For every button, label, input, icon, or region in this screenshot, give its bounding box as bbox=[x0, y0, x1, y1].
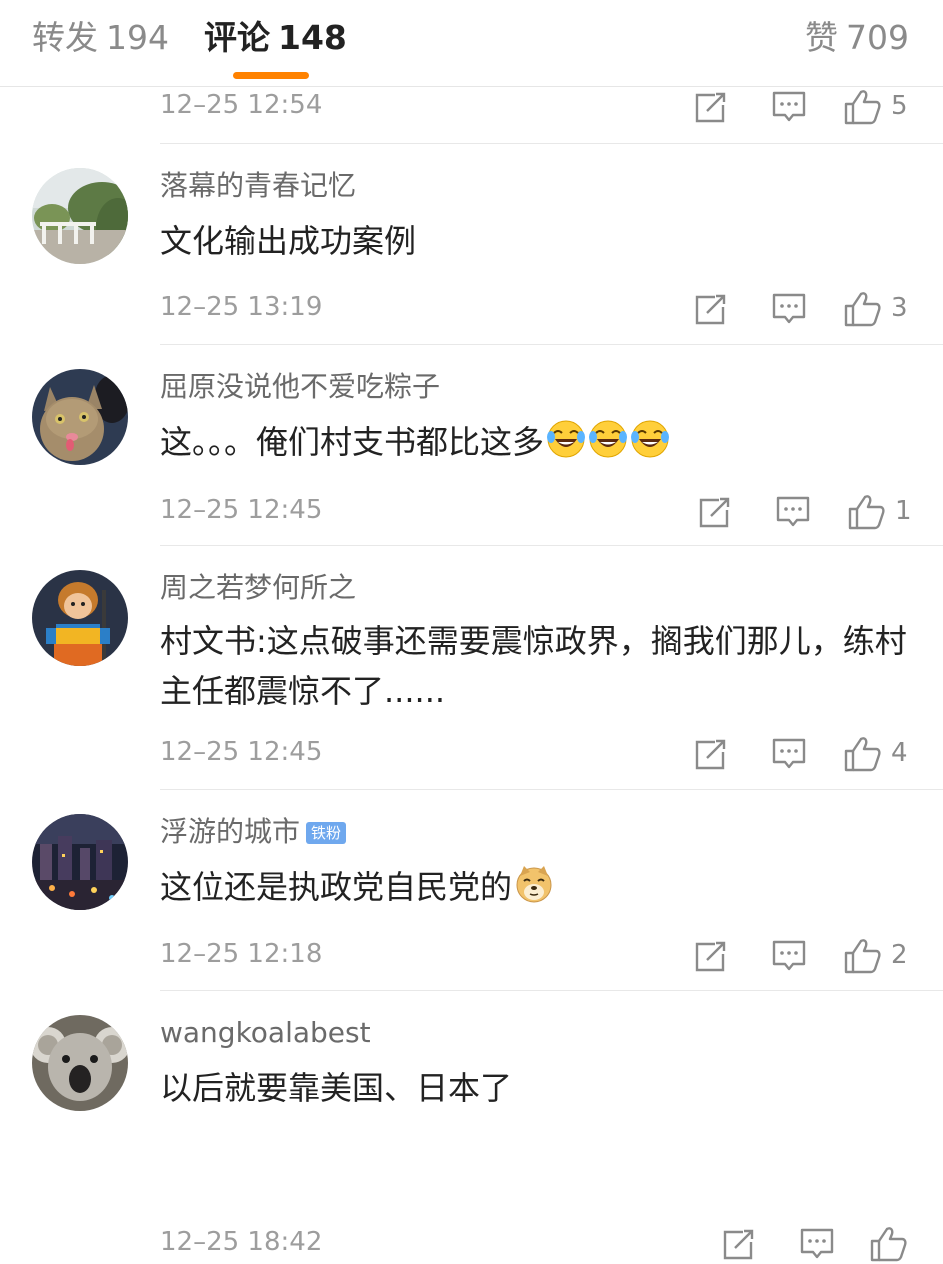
comment-icon bbox=[772, 940, 806, 971]
repost-icon bbox=[695, 941, 726, 972]
repost-button[interactable] bbox=[693, 936, 729, 976]
comment-time: 12–25 12:45 bbox=[160, 737, 323, 767]
comment-text: 文化输出成功案例 bbox=[160, 222, 417, 260]
reply-button[interactable] bbox=[775, 492, 811, 532]
laugh-cry-emoji bbox=[631, 420, 670, 458]
tab-like-count: 709 bbox=[846, 18, 909, 57]
comment-actions: 2 bbox=[693, 936, 909, 976]
laugh-cry-emoji bbox=[547, 420, 586, 458]
tab-repost[interactable]: 转发 194 bbox=[32, 18, 169, 58]
repost-button[interactable] bbox=[693, 289, 729, 329]
thumbs-up-icon bbox=[844, 90, 881, 125]
comment-username: 浮游的城市 铁粉 bbox=[160, 814, 347, 850]
repost-icon bbox=[699, 497, 730, 528]
comment-text-body: 这位还是执政党自民党的 bbox=[160, 868, 513, 906]
thumbs-up-icon bbox=[870, 1227, 907, 1262]
tab-repost-count: 194 bbox=[106, 18, 169, 57]
repost-icon bbox=[695, 739, 726, 770]
reply-button[interactable] bbox=[771, 734, 807, 774]
thumbs-up-icon bbox=[848, 495, 885, 530]
reply-button[interactable] bbox=[771, 87, 807, 127]
comment-item-partial: 12–25 12:54 5 bbox=[0, 87, 943, 144]
like-button[interactable] bbox=[869, 1224, 909, 1264]
tab-comment-count: 148 bbox=[278, 18, 347, 57]
like-count: 4 bbox=[891, 738, 908, 768]
avatar[interactable] bbox=[32, 570, 128, 666]
comment-text: 以后就要靠美国、日本了 bbox=[160, 1069, 513, 1107]
comment-username-text[interactable]: 浮游的城市 bbox=[160, 815, 300, 848]
comment-text: 这。。。俺们村支书都比这多 bbox=[160, 417, 920, 467]
comment-item: wangkoalabest 以后就要靠美国、日本了 12–25 18:42 bbox=[0, 991, 943, 1262]
avatar[interactable] bbox=[32, 1015, 128, 1111]
comment-icon bbox=[772, 738, 806, 769]
thumbs-up-icon bbox=[844, 939, 881, 974]
fan-badge: 铁粉 bbox=[306, 822, 347, 844]
koala-avatar bbox=[32, 1015, 128, 1111]
comment-time: 12–25 12:18 bbox=[160, 939, 323, 969]
comment-item: 浮游的城市 铁粉 这位还是执政党自民党的 12–25 12:18 2 bbox=[0, 790, 943, 991]
doge-emoji bbox=[516, 866, 552, 903]
like-count: 1 bbox=[895, 496, 912, 526]
repost-button[interactable] bbox=[697, 492, 733, 532]
comment-text-body: 这。。。俺们村支书都比这多 bbox=[160, 423, 545, 461]
avatar[interactable] bbox=[32, 369, 128, 465]
comment-icon bbox=[776, 496, 810, 527]
garden-path-avatar bbox=[32, 168, 128, 264]
comment-item: 落幕的青春记忆 文化输出成功案例 12–25 13:19 3 bbox=[0, 144, 943, 345]
comment-time: 12–25 12:54 bbox=[160, 90, 323, 120]
reply-button[interactable] bbox=[771, 289, 807, 329]
like-button[interactable]: 1 bbox=[847, 492, 912, 532]
like-button[interactable]: 2 bbox=[843, 936, 908, 976]
comment-actions: 3 bbox=[693, 289, 909, 329]
tab-like[interactable]: 赞 709 bbox=[805, 18, 909, 58]
reply-button[interactable] bbox=[771, 936, 807, 976]
comment-actions: 1 bbox=[697, 492, 912, 532]
comment-time: 12–25 18:42 bbox=[160, 1227, 323, 1257]
comment-username[interactable]: wangkoalabest bbox=[160, 1015, 371, 1051]
comment-text: 这位还是执政党自民党的 bbox=[160, 862, 920, 912]
reply-button[interactable] bbox=[799, 1224, 835, 1264]
repost-icon bbox=[695, 294, 726, 325]
cat-avatar bbox=[32, 369, 128, 465]
comment-actions bbox=[721, 1224, 909, 1264]
thumbs-up-icon bbox=[844, 737, 881, 772]
comment-username[interactable]: 屈原没说他不爱吃粽子 bbox=[160, 369, 440, 405]
like-button[interactable]: 5 bbox=[843, 87, 908, 127]
comment-time: 12–25 13:19 bbox=[160, 292, 323, 322]
comment-username[interactable]: 周之若梦何所之 bbox=[160, 570, 356, 606]
tab-like-label: 赞 bbox=[805, 18, 838, 57]
repost-icon bbox=[723, 1229, 754, 1260]
comment-icon bbox=[800, 1228, 834, 1259]
thumbs-up-icon bbox=[844, 292, 881, 327]
comment-icon bbox=[772, 91, 806, 122]
repost-button[interactable] bbox=[693, 87, 729, 127]
active-tab-indicator bbox=[233, 72, 309, 79]
like-button[interactable]: 4 bbox=[843, 734, 908, 774]
comment-item: 周之若梦何所之 村文书:这点破事还需要震惊政界，搁我们那儿，练村主任都震惊不了.… bbox=[0, 546, 943, 790]
comment-username[interactable]: 落幕的青春记忆 bbox=[160, 168, 356, 204]
repost-button[interactable] bbox=[693, 734, 729, 774]
comment-item: 屈原没说他不爱吃粽子 这。。。俺们村支书都比这多 12–25 12:45 1 bbox=[0, 345, 943, 546]
tab-comment[interactable]: 评论 148 bbox=[204, 18, 347, 58]
repost-button[interactable] bbox=[721, 1224, 757, 1264]
cartoon-monkey-king-avatar bbox=[32, 570, 128, 666]
tab-repost-label: 转发 bbox=[32, 18, 98, 57]
avatar[interactable] bbox=[32, 168, 128, 264]
repost-icon bbox=[695, 92, 726, 123]
like-count: 5 bbox=[891, 91, 908, 121]
tab-bar: 转发 194 评论 148 赞 709 bbox=[0, 0, 943, 87]
comment-actions: 4 bbox=[693, 734, 909, 774]
like-button[interactable]: 3 bbox=[843, 289, 908, 329]
tab-comment-label: 评论 bbox=[204, 18, 270, 57]
night-city-avatar bbox=[32, 814, 128, 910]
comment-time: 12–25 12:45 bbox=[160, 495, 323, 525]
comment-text: 村文书:这点破事还需要震惊政界，搁我们那儿，练村主任都震惊不了...... bbox=[160, 622, 907, 710]
laugh-cry-emoji bbox=[589, 420, 628, 458]
like-count: 2 bbox=[891, 940, 908, 970]
comment-icon bbox=[772, 293, 806, 324]
avatar[interactable] bbox=[32, 814, 128, 910]
like-count: 3 bbox=[891, 293, 908, 323]
comment-actions: 5 bbox=[693, 87, 909, 127]
